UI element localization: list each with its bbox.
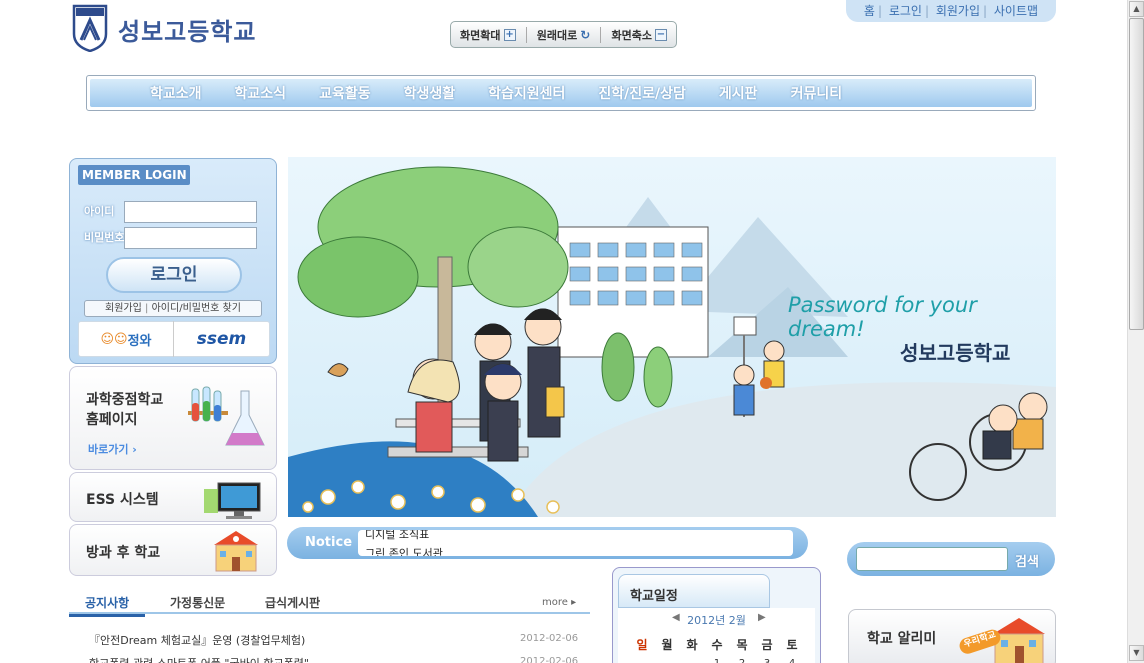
science-title-line1: 과학중점학교 bbox=[86, 392, 164, 408]
tab-newsletters[interactable]: 가정통신문 bbox=[170, 594, 225, 611]
school-calendar: 학교일정 ◀ 2012년 2월 ▶ 일 월 화 수 목 금 토 1 2 3 4 bbox=[612, 567, 821, 663]
notice-ticker: Notice 디지털 조직표 그린 존인 도서관 bbox=[287, 527, 808, 559]
banner-jeongwa-label: 정와 bbox=[127, 333, 152, 349]
scroll-down-icon[interactable]: ▼ bbox=[1129, 645, 1144, 661]
nav-item-student-life[interactable]: 학생생활 bbox=[404, 83, 456, 103]
zoom-out-button[interactable]: 화면축소 − bbox=[611, 27, 667, 43]
tab-notices[interactable]: 공지사항 bbox=[69, 594, 146, 617]
login-link[interactable]: 로그인 bbox=[886, 4, 925, 18]
main-nav-bar: 학교소개 학교소식 교육활동 학생생활 학습지원센터 진학/진로/상담 게시판 … bbox=[90, 79, 1032, 107]
search-input[interactable] bbox=[856, 547, 1008, 571]
home-link[interactable]: 홈 bbox=[861, 4, 878, 18]
after-school-box[interactable]: 방과 후 학교 bbox=[69, 524, 277, 576]
hero-school-name: 성보고등학교 bbox=[900, 341, 1011, 365]
plus-icon: + bbox=[503, 28, 516, 41]
sitemap-link[interactable]: 사이트맵 bbox=[991, 4, 1041, 18]
news-tabs: 공지사항 가정통신문 급식게시판 more ▸ bbox=[69, 592, 590, 617]
calendar-dow: 수 bbox=[711, 638, 723, 652]
search-box: 검색 bbox=[847, 542, 1055, 576]
characters-icon: ☺☺ bbox=[100, 331, 128, 347]
ess-title: ESS 시스템 bbox=[86, 492, 159, 508]
page-scrollbar[interactable]: ▲ ▼ bbox=[1127, 0, 1144, 663]
calendar-day[interactable]: 4 bbox=[782, 658, 802, 663]
school-alimi-title: 학교 알리미 bbox=[867, 631, 937, 647]
test-tubes-icon bbox=[188, 386, 265, 446]
school-logo[interactable]: 성보고등학교 bbox=[72, 4, 272, 54]
news-row-title[interactable]: 학교폭력 관련 스마트폰 어플 "굿바이 학교폭력" bbox=[89, 655, 309, 663]
join-link[interactable]: 회원가입 bbox=[105, 303, 142, 314]
calendar-dow: 화 bbox=[686, 638, 698, 652]
nav-item-learning-center[interactable]: 학습지원센터 bbox=[488, 83, 565, 103]
tab-meals[interactable]: 급식게시판 bbox=[265, 594, 320, 611]
main-nav: 학교소개 학교소식 교육활동 학생생활 학습지원센터 진학/진로/상담 게시판 … bbox=[86, 75, 1036, 111]
zoom-in-label: 화면확대 bbox=[460, 28, 501, 42]
science-title-line2: 홈페이지 bbox=[86, 412, 138, 428]
nav-item-news[interactable]: 학교소식 bbox=[235, 83, 287, 103]
after-school-title: 방과 후 학교 bbox=[86, 545, 161, 561]
scroll-up-icon[interactable]: ▲ bbox=[1129, 1, 1144, 17]
school-name: 성보고등학교 bbox=[118, 18, 257, 46]
login-links: 회원가입 | 아이디/비밀번호 찾기 bbox=[84, 300, 262, 317]
science-school-box[interactable]: 과학중점학교 홈페이지 바로가기 › bbox=[69, 366, 277, 470]
zoom-reset-button[interactable]: 원래대로 ↻ bbox=[537, 27, 591, 43]
id-input[interactable] bbox=[124, 201, 257, 223]
id-label: 아이디 bbox=[84, 205, 115, 218]
login-banners: ☺☺ 정와 ssem bbox=[78, 321, 270, 357]
join-link[interactable]: 회원가입 bbox=[933, 4, 983, 18]
login-panel: MEMBER LOGIN 아이디 비밀번호 로그인 회원가입 | 아이디/비밀번… bbox=[69, 158, 277, 364]
news-row-title[interactable]: 『안전Dream 체험교실』운영 (경찰업무체험) bbox=[89, 632, 305, 648]
nav-item-education[interactable]: 교육활동 bbox=[319, 83, 371, 103]
calendar-month: 2012년 2월 bbox=[687, 614, 746, 627]
calendar-dow: 목 bbox=[736, 638, 748, 652]
calendar-body: ◀ 2012년 2월 ▶ 일 월 화 수 목 금 토 1 2 3 4 bbox=[618, 608, 815, 663]
school-building-icon bbox=[214, 531, 258, 572]
search-button[interactable]: 검색 bbox=[1015, 551, 1039, 570]
hero-slogan: Password for your dream! bbox=[788, 293, 977, 341]
scrollbar-thumb[interactable] bbox=[1129, 18, 1144, 330]
more-link[interactable]: more ▸ bbox=[542, 597, 576, 608]
find-account-link[interactable]: 아이디/비밀번호 찾기 bbox=[152, 303, 241, 314]
school-emblem-icon bbox=[72, 4, 108, 52]
banner-ssem[interactable]: ssem bbox=[174, 321, 269, 357]
computer-icon bbox=[204, 482, 261, 519]
notice-label: Notice bbox=[305, 535, 353, 550]
calendar-tab: 학교일정 bbox=[618, 574, 770, 608]
calendar-dow: 월 bbox=[661, 638, 673, 652]
divider bbox=[525, 26, 527, 43]
top-links: 홈 | 로그인 | 회원가입 | 사이트맵 bbox=[846, 0, 1056, 22]
password-input[interactable] bbox=[124, 227, 257, 249]
zoom-out-label: 화면축소 bbox=[611, 28, 652, 42]
notice-ticker-content: 디지털 조직표 그린 존인 도서관 bbox=[358, 530, 793, 556]
zoom-controls: 화면확대 + 원래대로 ↻ 화면축소 − bbox=[450, 21, 677, 48]
password-label: 비밀번호 bbox=[84, 231, 125, 244]
nav-item-career[interactable]: 진학/진로/상담 bbox=[598, 83, 686, 103]
refresh-icon: ↻ bbox=[580, 27, 591, 42]
nav-item-community[interactable]: 커뮤니티 bbox=[791, 83, 843, 103]
zoom-in-button[interactable]: 화면확대 + bbox=[460, 27, 516, 43]
calendar-dow: 금 bbox=[761, 638, 773, 652]
banner-jeongwa[interactable]: ☺☺ 정와 bbox=[79, 321, 174, 357]
calendar-day[interactable]: 2 bbox=[732, 658, 752, 663]
notice-item[interactable]: 디지털 조직표 bbox=[365, 530, 429, 542]
divider bbox=[600, 26, 602, 43]
calendar-dow: 토 bbox=[786, 638, 798, 652]
calendar-title: 학교일정 bbox=[630, 589, 678, 604]
login-button[interactable]: 로그인 bbox=[106, 257, 242, 293]
science-go-link[interactable]: 바로가기 › bbox=[88, 441, 137, 457]
calendar-next-icon[interactable]: ▶ bbox=[758, 612, 766, 623]
news-row-date: 2012-02-06 bbox=[520, 656, 579, 663]
calendar-day[interactable]: 1 bbox=[707, 658, 727, 663]
ess-system-box[interactable]: ESS 시스템 bbox=[69, 472, 277, 522]
news-row-date: 2012-02-06 bbox=[520, 633, 579, 644]
minus-icon: − bbox=[654, 28, 667, 41]
zoom-reset-label: 원래대로 bbox=[536, 28, 578, 42]
calendar-day[interactable]: 3 bbox=[757, 658, 777, 663]
notice-item[interactable]: 그린 존인 도서관 bbox=[365, 545, 443, 556]
login-title: MEMBER LOGIN bbox=[78, 165, 190, 185]
school-alimi-box[interactable]: 학교 알리미 우리학교 bbox=[848, 609, 1056, 663]
hero-banner[interactable]: Password for your dream! 성보고등학교 bbox=[288, 157, 1056, 517]
nav-item-about[interactable]: 학교소개 bbox=[150, 83, 202, 103]
calendar-dow-sun: 일 bbox=[636, 638, 648, 652]
nav-item-board[interactable]: 게시판 bbox=[719, 83, 758, 103]
